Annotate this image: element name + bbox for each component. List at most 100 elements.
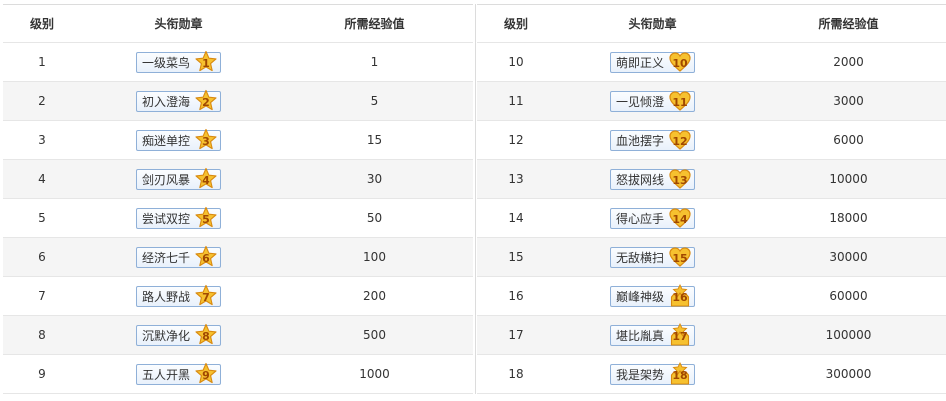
heart-rank-icon: 13 [668,167,692,191]
title-badge[interactable]: 痴迷单控 3 [135,128,221,152]
badge-title: 无敌横扫 [615,250,664,265]
exp-cell: 1000 [359,367,390,381]
badge-cell: 无敌横扫 15 [555,238,750,276]
header-exp: 所需经验值 [344,17,405,31]
table-row: 7 路人野战 7 200 [3,277,473,316]
table-row: 3 痴迷单控 3 15 [3,121,473,160]
badge-number: 13 [672,173,688,187]
table-row: 1 一级菜鸟 1 1 [3,43,473,82]
title-badge[interactable]: 剑刃风暴 4 [135,167,221,191]
heart-rank-icon: 14 [668,206,692,230]
exp-cell: 500 [363,328,386,342]
badge-title: 我是架势 [615,367,664,382]
title-badge[interactable]: 沉默净化 8 [135,323,221,347]
title-badge[interactable]: 堪比胤真 17 [609,323,695,347]
table-row: 12 血池摆字 12 6000 [477,121,946,160]
badge-cell: 痴迷单控 3 [81,121,276,159]
title-badge[interactable]: 一见倾澄 11 [609,89,695,113]
exp-cell: 100 [363,250,386,264]
badge-title: 堪比胤真 [615,328,664,343]
star-rank-icon: 4 [194,167,218,191]
header-badge: 头衔勋章 [628,17,677,31]
title-badge[interactable]: 初入澄海 2 [135,89,221,112]
level-cell: 13 [508,172,524,186]
table-row: 9 五人开黑 9 1000 [3,355,473,394]
title-badge[interactable]: 得心应手 14 [609,206,695,230]
badge-title: 一级菜鸟 [141,55,190,70]
title-badge[interactable]: 五人开黑 9 [135,362,221,386]
level-cell: 18 [508,367,524,381]
exp-cell: 6000 [833,133,864,147]
exp-cell: 30 [366,172,383,186]
badge-title: 剑刃风暴 [141,172,190,187]
badge-number: 17 [672,329,688,343]
star-rank-icon: 1 [194,50,218,74]
crown-rank-icon: 17 [668,323,692,347]
header-badge: 头衔勋章 [154,17,203,31]
header-level: 级别 [29,17,54,31]
badge-number: 16 [672,290,688,304]
badge-number: 14 [672,212,688,226]
level-cell: 14 [508,211,524,225]
level-cell: 17 [508,328,524,342]
crown-rank-icon: 16 [668,284,692,308]
badge-number: 5 [202,212,210,226]
badge-cell: 路人野战 7 [81,277,276,315]
badge-cell: 尝试双控 5 [81,199,276,237]
badge-cell: 沉默净化 8 [81,316,276,354]
title-badge[interactable]: 血池摆字 12 [609,129,695,151]
title-badge[interactable]: 一级菜鸟 1 [135,50,221,74]
heart-rank-icon: 11 [668,89,692,113]
level-cell: 15 [508,250,524,264]
title-badge[interactable]: 路人野战 7 [135,284,221,308]
badge-number: 12 [672,134,688,148]
rank-table-left: 级别 头衔勋章 所需经验值 1 一级菜鸟 1 1 2 初入澄海 2 5 3 痴迷单控 3 15 4 剑刃风暴 4 3… [3,4,473,394]
badge-number: 2 [202,95,210,109]
badge-number: 18 [672,368,688,382]
title-badge[interactable]: 尝试双控 5 [135,206,221,229]
badge-title: 初入澄海 [141,94,190,109]
exp-cell: 1 [370,55,379,69]
badge-number: 10 [672,56,688,70]
exp-cell: 15 [366,133,383,147]
level-cell: 10 [508,55,524,69]
exp-cell: 100000 [825,328,872,342]
level-cell: 9 [38,367,46,381]
table-row: 17 堪比胤真 17 100000 [477,316,946,355]
badge-title: 路人野战 [141,289,190,304]
star-rank-icon: 3 [194,128,218,152]
badge-cell: 怒拔网线 13 [555,160,750,198]
badge-title: 巅峰神级 [615,289,664,304]
star-rank-icon: 7 [194,284,218,308]
badge-number: 6 [202,251,210,265]
table-header: 级别 头衔勋章 所需经验值 [3,5,473,43]
title-badge[interactable]: 经济七千 6 [135,245,221,268]
badge-cell: 一级菜鸟 1 [81,43,276,81]
badge-cell: 经济七千 6 [81,238,276,276]
title-badge[interactable]: 怒拔网线 13 [609,167,695,191]
badge-cell: 血池摆字 12 [555,121,750,159]
badge-cell: 一见倾澄 11 [555,82,750,120]
title-badge[interactable]: 无敌横扫 15 [609,245,695,269]
star-rank-icon: 8 [194,323,218,347]
table-row: 2 初入澄海 2 5 [3,82,473,121]
table-row: 14 得心应手 14 18000 [477,199,946,238]
heart-rank-icon: 15 [668,245,692,269]
title-badge[interactable]: 我是架势 18 [609,362,695,385]
badge-cell: 我是架势 18 [555,355,750,393]
title-badge[interactable]: 萌即正义 10 [609,51,695,73]
badge-cell: 萌即正义 10 [555,43,750,81]
badge-cell: 五人开黑 9 [81,355,276,393]
level-cell: 3 [38,133,46,147]
badge-number: 7 [202,290,210,304]
title-badge[interactable]: 巅峰神级 16 [609,284,695,308]
badge-number: 9 [202,368,210,382]
badge-title: 得心应手 [615,211,664,226]
level-cell: 12 [508,133,524,147]
star-rank-icon: 9 [194,362,218,386]
badge-title: 五人开黑 [141,367,190,382]
badge-number: 3 [202,134,210,148]
level-cell: 5 [38,211,46,225]
level-cell: 16 [508,289,524,303]
badge-cell: 堪比胤真 17 [555,316,750,354]
